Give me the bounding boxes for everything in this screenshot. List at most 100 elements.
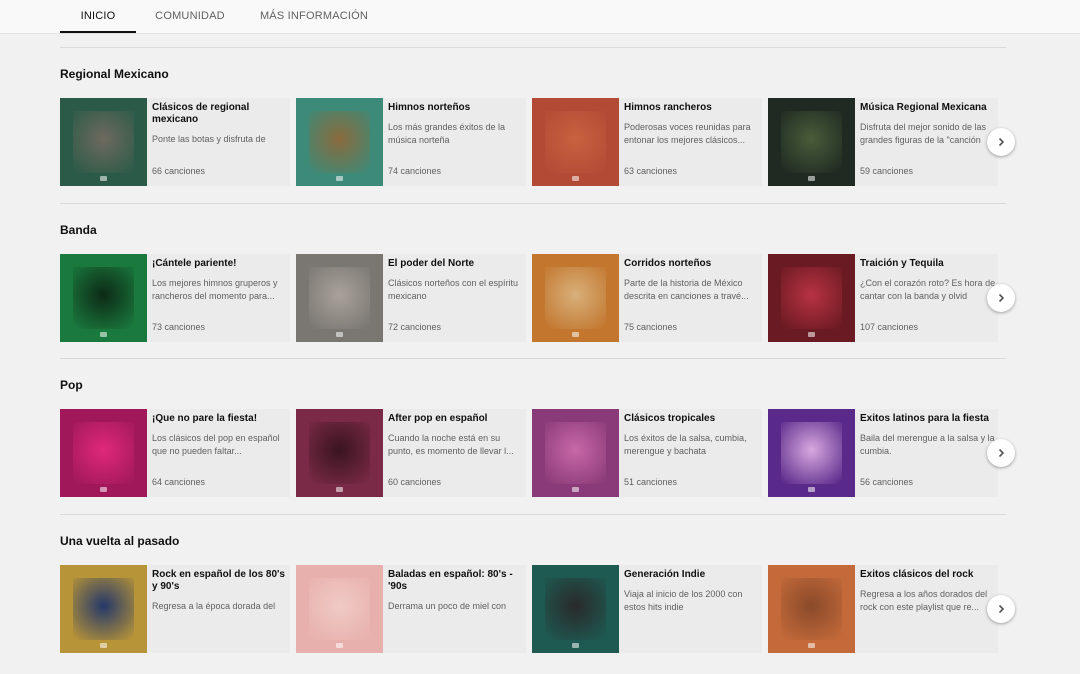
playlist-song-count: 60 canciones (388, 477, 442, 487)
playlist-title[interactable]: Clásicos tropicales (624, 413, 760, 425)
playlist-thumbnail[interactable] (532, 565, 619, 653)
section-divider (60, 203, 1006, 204)
playlist-card[interactable]: Corridos norteños Parte de la historia de… (532, 254, 762, 342)
playlist-artwork (545, 422, 606, 484)
shelf-next-button[interactable] (987, 128, 1015, 156)
playlist-meta: Exitos clásicos del rock Regresa a los añ… (860, 565, 996, 653)
playlist-title[interactable]: Clásicos de regional mexicano (152, 102, 288, 126)
youtube-logo-icon (336, 176, 343, 181)
playlist-thumbnail[interactable] (60, 565, 147, 653)
playlist-title[interactable]: Exitos latinos para la fiesta (860, 413, 996, 425)
playlist-artwork (309, 267, 370, 329)
playlist-thumbnail[interactable] (768, 254, 855, 342)
playlist-title[interactable]: Himnos rancheros (624, 102, 760, 114)
youtube-logo-icon (808, 487, 815, 492)
playlist-thumbnail[interactable] (532, 254, 619, 342)
playlist-artwork (73, 111, 134, 173)
tab-comunidad[interactable]: COMUNIDAD (148, 0, 232, 31)
playlist-card[interactable]: Traición y Tequila ¿Con el corazón roto? … (768, 254, 998, 342)
playlist-card[interactable]: El poder del Norte Clásicos norteños con … (296, 254, 526, 342)
playlist-card[interactable]: Clásicos tropicales Los éxitos de la sals… (532, 409, 762, 497)
playlist-thumbnail[interactable] (768, 409, 855, 497)
playlist-meta: El poder del Norte Clásicos norteños con … (388, 254, 524, 342)
chevron-right-icon (998, 137, 1005, 147)
playlist-title[interactable]: Corridos norteños (624, 258, 760, 270)
playlist-thumbnail[interactable] (296, 409, 383, 497)
youtube-logo-icon (572, 332, 579, 337)
playlist-thumbnail[interactable] (60, 98, 147, 186)
playlist-title[interactable]: Música Regional Mexicana (860, 102, 996, 114)
playlist-song-count: 73 canciones (152, 322, 206, 332)
shelf-next-button[interactable] (987, 595, 1015, 623)
tab-inicio[interactable]: INICIO (60, 0, 136, 33)
section-title[interactable]: Pop (60, 378, 83, 392)
playlist-description: Derrama un poco de miel con (388, 601, 507, 611)
playlist-song-count: 51 canciones (624, 477, 678, 487)
playlist-description: Los más grandes éxitos de la música nort… (388, 122, 506, 145)
playlist-thumbnail[interactable] (532, 98, 619, 186)
youtube-logo-icon (808, 332, 815, 337)
playlist-card[interactable]: Himnos rancheros Poderosas voces reunidas… (532, 98, 762, 186)
playlist-title[interactable]: Rock en español de los 80's y 90's (152, 569, 288, 593)
playlist-meta: Generación Indie Viaja al inicio de los 2… (624, 565, 760, 653)
playlist-title[interactable]: El poder del Norte (388, 258, 524, 270)
playlist-song-count: 74 canciones (388, 166, 442, 176)
playlist-thumbnail[interactable] (296, 254, 383, 342)
playlist-artwork (545, 111, 606, 173)
playlist-meta: Clásicos de regional mexicano Ponte las b… (152, 98, 288, 186)
playlist-description: Cuando la noche está en su punto, es mom… (388, 433, 514, 456)
playlist-thumbnail[interactable] (296, 98, 383, 186)
section-title[interactable]: Banda (60, 223, 97, 237)
playlist-title[interactable]: After pop en español (388, 413, 524, 425)
playlist-description: Clásicos norteños con el espíritu mexica… (388, 278, 519, 301)
playlist-thumbnail[interactable] (768, 98, 855, 186)
playlist-thumbnail[interactable] (532, 409, 619, 497)
playlist-artwork (73, 578, 134, 640)
section-title[interactable]: Regional Mexicano (60, 67, 169, 81)
playlist-song-count: 63 canciones (624, 166, 678, 176)
playlist-meta: ¡Cántele pariente! Los mejores himnos gru… (152, 254, 288, 342)
section-title[interactable]: Una vuelta al pasado (60, 534, 179, 548)
tab-mas-informacion[interactable]: MÁS INFORMACIÓN (255, 0, 373, 31)
playlist-song-count: 56 canciones (860, 477, 914, 487)
shelf-next-button[interactable] (987, 284, 1015, 312)
playlist-description: Baila del merengue a la salsa y la cumbi… (860, 433, 995, 456)
playlist-card[interactable]: Música Regional Mexicana Disfruta del mej… (768, 98, 998, 186)
playlist-description: Los mejores himnos gruperos y rancheros … (152, 278, 278, 301)
playlist-description: Poderosas voces reunidas para entonar lo… (624, 122, 751, 145)
playlist-title[interactable]: Baladas en español: 80's - '90s (388, 569, 524, 593)
playlist-thumbnail[interactable] (768, 565, 855, 653)
playlist-title[interactable]: Traición y Tequila (860, 258, 996, 270)
youtube-logo-icon (572, 487, 579, 492)
playlist-artwork (545, 578, 606, 640)
playlist-title[interactable]: ¡Que no pare la fiesta! (152, 413, 288, 425)
playlist-title[interactable]: Generación Indie (624, 569, 760, 581)
playlist-thumbnail[interactable] (60, 409, 147, 497)
playlist-title[interactable]: Himnos norteños (388, 102, 524, 114)
playlist-description: Disfruta del mejor sonido de las grandes… (860, 122, 987, 145)
playlist-card[interactable]: Rock en español de los 80's y 90's Regres… (60, 565, 290, 653)
playlist-card[interactable]: Exitos latinos para la fiesta Baila del m… (768, 409, 998, 497)
youtube-logo-icon (100, 487, 107, 492)
playlist-card[interactable]: Baladas en español: 80's - '90s Derrama u… (296, 565, 526, 653)
playlist-card[interactable]: Himnos norteños Los más grandes éxitos de… (296, 98, 526, 186)
chevron-right-icon (998, 448, 1005, 458)
shelf-next-button[interactable] (987, 439, 1015, 467)
playlist-artwork (309, 422, 370, 484)
playlist-description: ¿Con el corazón roto? Es hora de cantar … (860, 278, 996, 301)
playlist-meta: ¡Que no pare la fiesta! Los clásicos del … (152, 409, 288, 497)
playlist-card[interactable]: Exitos clásicos del rock Regresa a los añ… (768, 565, 998, 653)
playlist-description: Ponte las botas y disfruta de estos himn… (152, 134, 266, 144)
playlist-meta: Baladas en español: 80's - '90s Derrama u… (388, 565, 524, 653)
playlist-title[interactable]: Exitos clásicos del rock (860, 569, 996, 581)
playlist-thumbnail[interactable] (60, 254, 147, 342)
playlist-card[interactable]: Clásicos de regional mexicano Ponte las b… (60, 98, 290, 186)
playlist-card[interactable]: Generación Indie Viaja al inicio de los 2… (532, 565, 762, 653)
playlist-thumbnail[interactable] (296, 565, 383, 653)
youtube-logo-icon (572, 643, 579, 648)
playlist-artwork (309, 111, 370, 173)
playlist-card[interactable]: ¡Cántele pariente! Los mejores himnos gru… (60, 254, 290, 342)
playlist-card[interactable]: ¡Que no pare la fiesta! Los clásicos del … (60, 409, 290, 497)
playlist-card[interactable]: After pop en español Cuando la noche está… (296, 409, 526, 497)
playlist-title[interactable]: ¡Cántele pariente! (152, 258, 288, 270)
